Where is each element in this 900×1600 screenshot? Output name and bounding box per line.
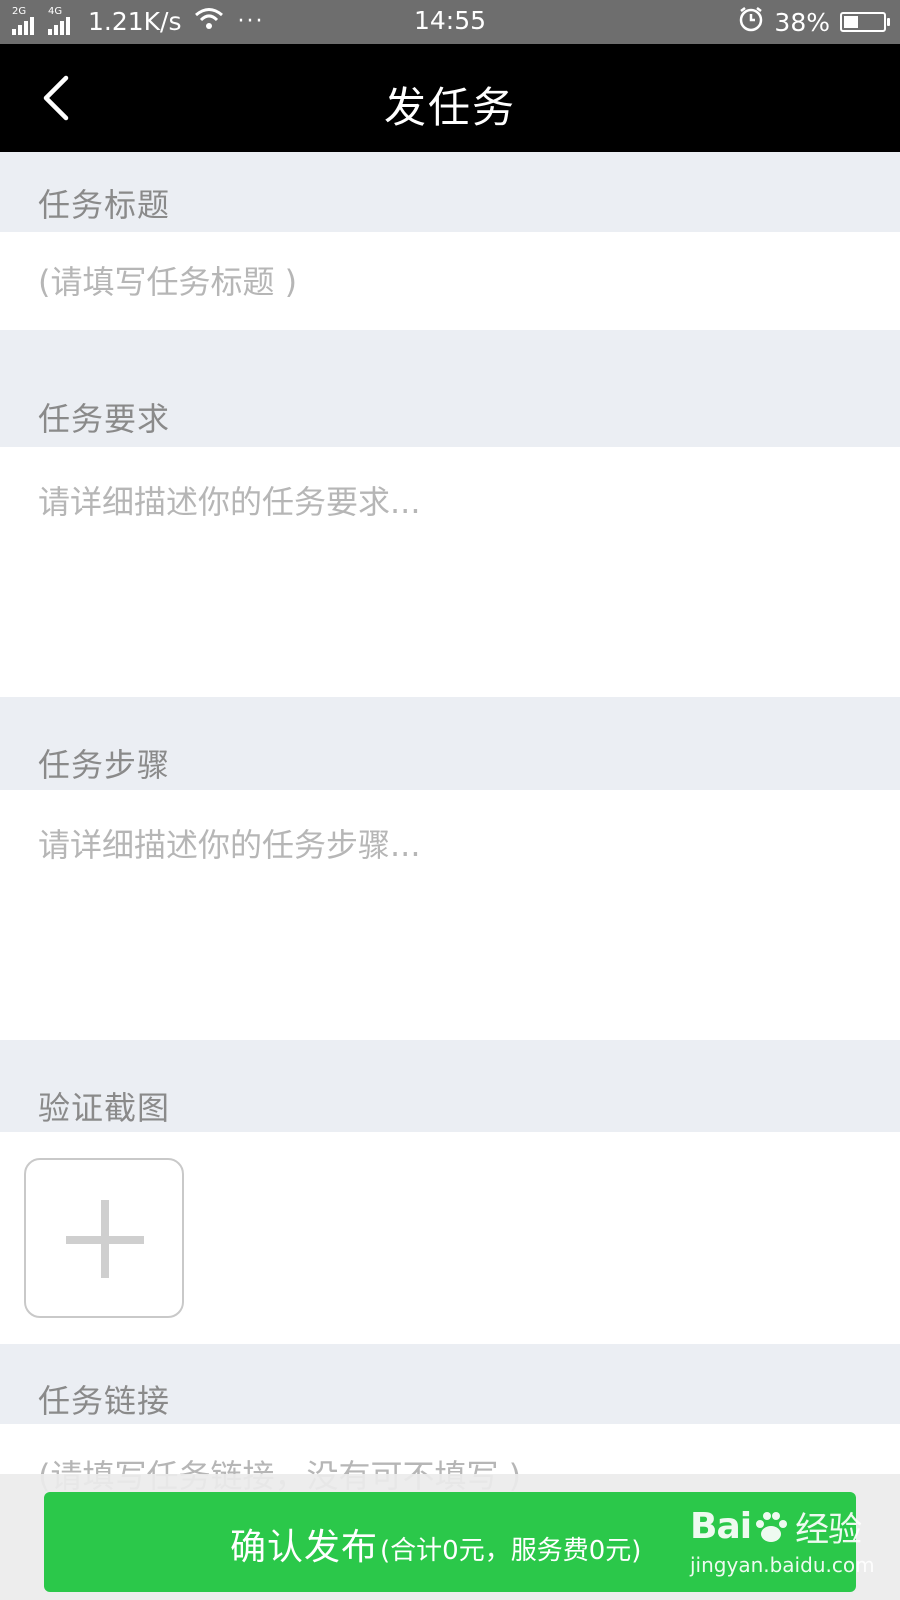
battery-percent: 38% (774, 7, 830, 37)
task-link-label: 任务链接 (38, 1382, 171, 1420)
cost-summary: (合计0元，服务费0元) (380, 1536, 642, 1566)
page-title: 发任务 (383, 83, 516, 132)
task-steps-block (0, 790, 900, 1040)
watermark-tag: 经验 (795, 1510, 862, 1550)
task-requirements-block (0, 447, 900, 697)
watermark-logo: Bai 经验 (690, 1502, 875, 1551)
baidu-jingyan-watermark: Bai 经验 jingyan.baidu.com (690, 1502, 875, 1577)
task-requirements-label: 任务要求 (38, 400, 171, 438)
status-bar: 2G 4G 1.21K/s ··· 14:55 38% (0, 0, 900, 44)
alarm-icon (738, 6, 764, 38)
confirm-text: 确认发布 (合计0元，服务费0元) (230, 1518, 641, 1570)
nav-bar: 发任务 (0, 44, 900, 152)
task-title-input[interactable] (38, 260, 858, 304)
task-title-block (0, 232, 900, 330)
watermark-logo-text: Bai (690, 1506, 752, 1547)
battery-fill (844, 16, 859, 28)
task-requirements-input[interactable] (38, 477, 858, 677)
task-steps-input[interactable] (38, 820, 858, 1020)
status-right: 38% (738, 6, 890, 38)
battery-icon (840, 12, 890, 32)
task-steps-label: 任务步骤 (38, 746, 171, 784)
plus-icon-vertical (101, 1200, 109, 1278)
screenshot-label: 验证截图 (38, 1089, 171, 1127)
watermark-url: jingyan.baidu.com (690, 1553, 875, 1577)
task-title-label: 任务标题 (38, 186, 171, 224)
add-image-button[interactable] (24, 1158, 184, 1318)
paw-icon (756, 1511, 788, 1542)
confirm-label: 确认发布 (230, 1527, 379, 1568)
